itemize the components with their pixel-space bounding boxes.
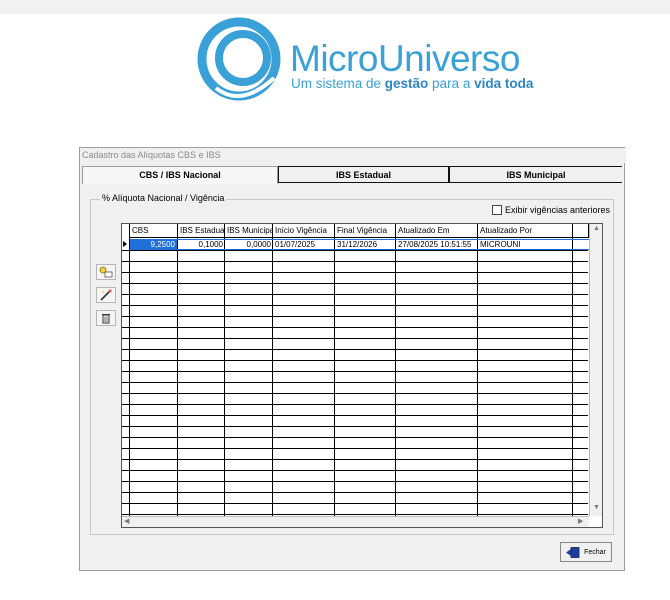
- grid-row-line: [122, 470, 588, 471]
- current-row-arrow-icon: [123, 241, 127, 247]
- edit-record-button[interactable]: [96, 287, 116, 303]
- grid-row-line: [122, 415, 588, 416]
- edit-wand-icon: [100, 289, 112, 301]
- tagline-part: Um sistema de: [291, 76, 385, 91]
- grid-row-line: [122, 481, 588, 482]
- add-record-icon: [99, 266, 113, 278]
- tab-ibs-estadual[interactable]: IBS Estadual: [278, 166, 449, 183]
- aliquota-grid[interactable]: CBS IBS Estadual IBS Municipal Início Vi…: [121, 223, 603, 528]
- trash-icon: [102, 314, 110, 324]
- tagline-part: para a: [428, 76, 475, 91]
- grid-row-line: [122, 283, 588, 284]
- grid-row-line: [122, 294, 588, 295]
- grid-row-line: [122, 360, 588, 361]
- grid-row-line: [122, 448, 588, 449]
- grid-row-line: [122, 426, 588, 427]
- show-previous-checkbox[interactable]: Exibir vigências anteriores: [492, 205, 610, 215]
- header-spacer: [573, 224, 589, 238]
- grid-row-line: [122, 404, 588, 405]
- tab-bar: CBS / IBS Nacional IBS Estadual IBS Muni…: [82, 166, 622, 184]
- tab-ibs-municipal[interactable]: IBS Municipal: [449, 166, 622, 183]
- group-legend: % Alíquota Nacional / Vigência: [100, 193, 227, 203]
- grid-row-line: [122, 393, 588, 394]
- grid-row-line: [122, 261, 588, 262]
- header-atualizado-em[interactable]: Atualizado Em: [396, 224, 478, 238]
- delete-record-button[interactable]: [96, 310, 116, 326]
- header-final-vigencia[interactable]: Final Vigência: [335, 224, 396, 238]
- scroll-right-icon[interactable]: ▶: [578, 517, 583, 525]
- row-indicator-column: [122, 224, 130, 527]
- tab-cbs-ibs-nacional[interactable]: CBS / IBS Nacional: [82, 166, 278, 184]
- grid-row-line: [122, 382, 588, 383]
- grid-row-line: [122, 316, 588, 317]
- header-atualizado-por[interactable]: Atualizado Por: [478, 224, 573, 238]
- grid-column-line: [224, 224, 225, 516]
- grid-row-line: [122, 272, 588, 273]
- close-label: Fechar: [584, 548, 606, 556]
- grid-row-line: [122, 371, 588, 372]
- header-cbs[interactable]: CBS: [130, 224, 178, 238]
- header-inicio-vigencia[interactable]: Início Vigência: [273, 224, 335, 238]
- grid-row-line: [122, 459, 588, 460]
- brand-rings-icon: [197, 17, 281, 101]
- selected-row-outline: [130, 239, 592, 250]
- brand-name: MicroUniverso: [290, 38, 520, 79]
- brand-logo: MicroUniverso Um sistema de gestão para …: [196, 16, 533, 106]
- aliquotas-window: Cadastro das Alíquotas CBS e IBS CBS / I…: [79, 147, 626, 571]
- top-strip: [0, 0, 670, 14]
- scroll-down-icon[interactable]: ▼: [593, 504, 600, 511]
- grid-row-line: [122, 250, 588, 251]
- header-ibs-municipal[interactable]: IBS Municipal: [225, 224, 273, 238]
- window-title: Cadastro das Alíquotas CBS e IBS: [80, 148, 626, 163]
- close-button[interactable]: Fechar: [560, 542, 612, 562]
- scroll-up-icon[interactable]: ▲: [593, 225, 600, 232]
- grid-row-line: [122, 305, 588, 306]
- grid-row-line: [122, 514, 588, 515]
- grid-column-line: [272, 224, 273, 516]
- grid-column-line: [395, 224, 396, 516]
- grid-column-line: [334, 224, 335, 516]
- tagline-bold: vida toda: [474, 76, 534, 91]
- grid-column-line: [177, 224, 178, 516]
- grid-column-line: [477, 224, 478, 516]
- grid-row-line: [122, 327, 588, 328]
- grid-row-line: [122, 349, 588, 350]
- vertical-scrollbar[interactable]: ▲ ▼: [589, 224, 602, 516]
- scroll-left-icon[interactable]: ◀: [124, 517, 129, 525]
- brand-tagline: Um sistema de gestão para a vida toda: [291, 76, 533, 91]
- header-ibs-estadual[interactable]: IBS Estadual: [178, 224, 225, 238]
- grid-row-line: [122, 437, 588, 438]
- tagline-bold: gestão: [384, 76, 429, 91]
- checkbox-box[interactable]: [492, 205, 502, 215]
- horizontal-scrollbar[interactable]: ◀ ▶: [122, 516, 589, 527]
- exit-door-icon: [566, 546, 580, 558]
- grid-row-line: [122, 338, 588, 339]
- grid-row-line: [122, 503, 588, 504]
- grid-column-line: [572, 224, 573, 516]
- add-record-button[interactable]: [96, 264, 116, 280]
- checkbox-label: Exibir vigências anteriores: [505, 205, 611, 215]
- grid-row-line: [122, 492, 588, 493]
